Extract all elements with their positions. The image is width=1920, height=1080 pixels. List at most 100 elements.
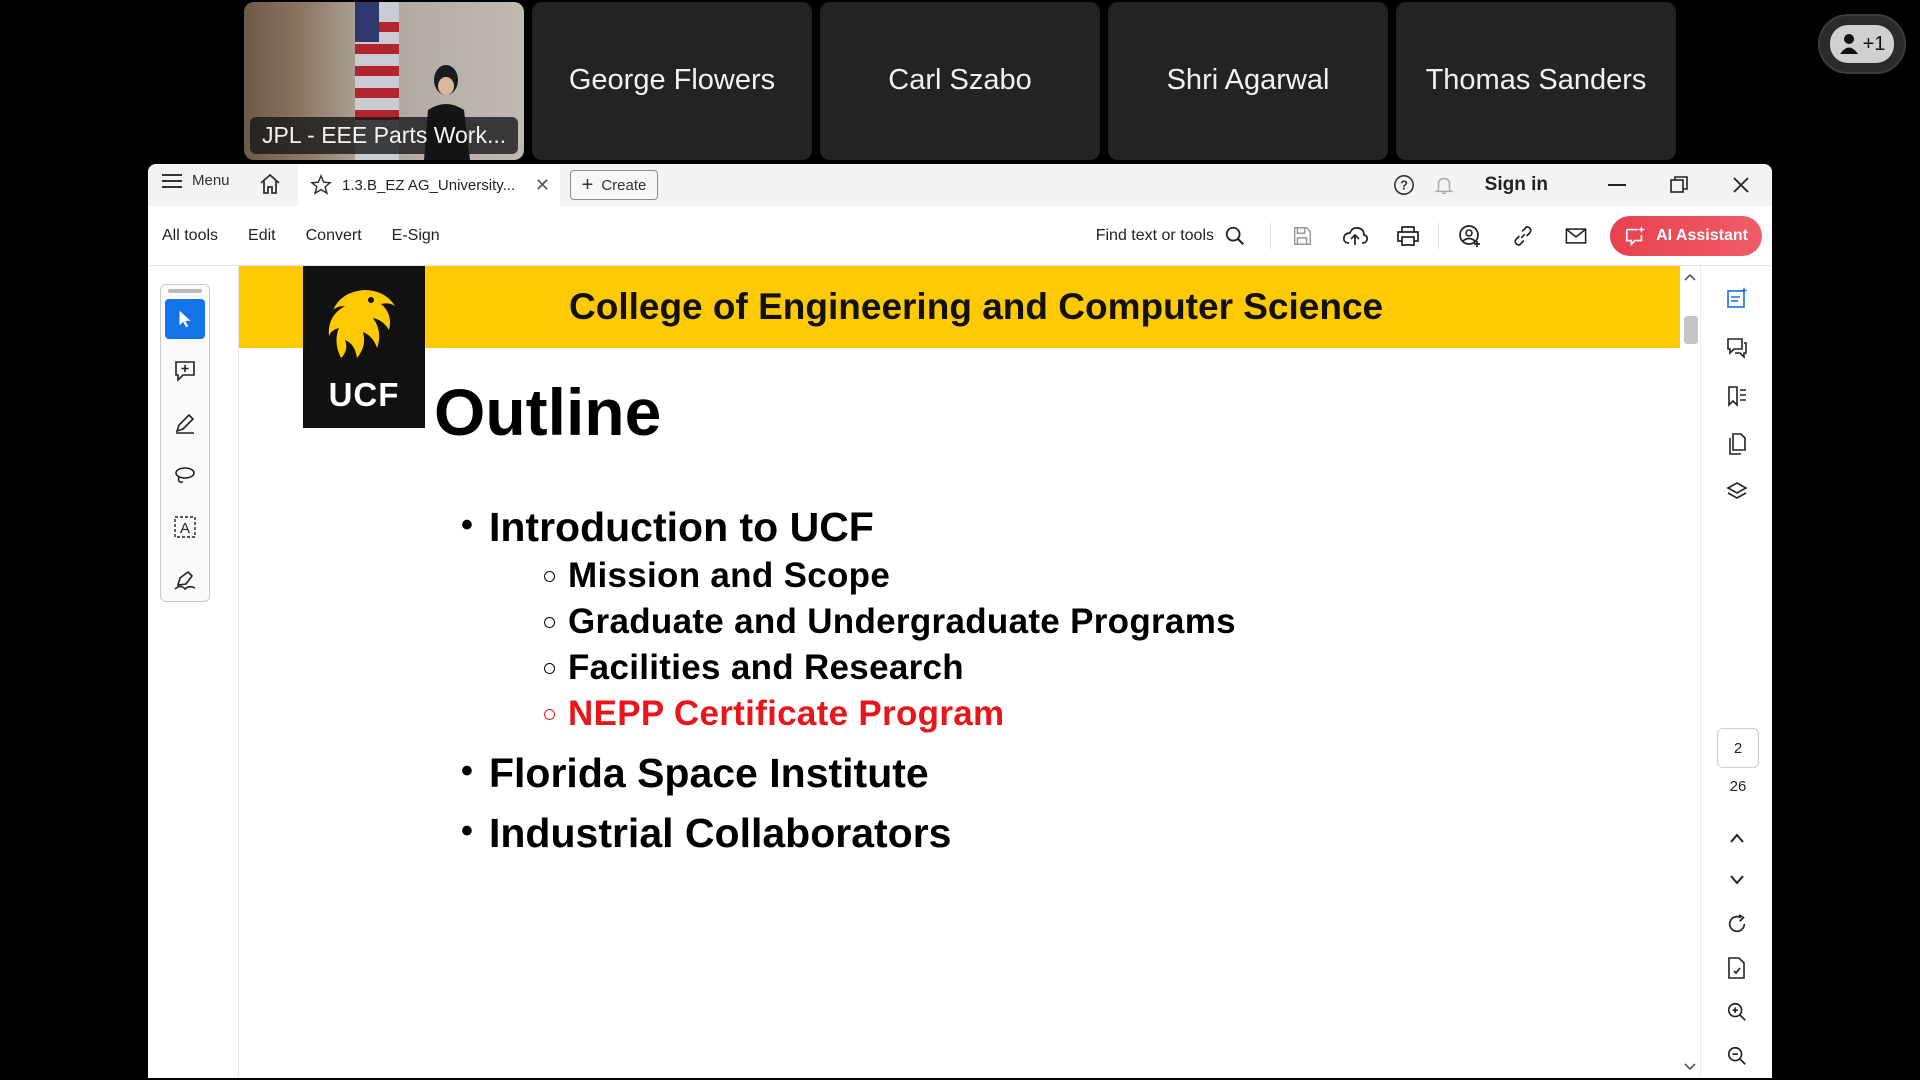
total-pages: 26 [1729,778,1747,795]
chevron-down-icon [1730,875,1744,885]
restore-button[interactable] [1648,176,1710,194]
generative-summary-button[interactable] [1719,280,1755,316]
panel-grip[interactable] [168,289,202,293]
more-participants-pill: +1 [1830,25,1894,63]
document-tab[interactable]: 1.3.B_EZ AG_University... ✕ [298,164,560,206]
pegasus-icon [328,290,395,358]
toolbar-separator [1270,223,1271,249]
zoom-in-button[interactable] [1719,994,1755,1030]
participant-name: Shri Agarwal [1166,64,1330,96]
sub-bullet-item: Graduate and Undergraduate Programs [542,602,1236,642]
star-icon[interactable] [310,174,332,196]
vertical-scrollbar[interactable] [1680,266,1700,1078]
video-tile-label: JPL - EEE Parts Work... [250,117,519,154]
layers-button[interactable] [1719,474,1755,510]
add-comment-button[interactable] [165,351,205,391]
close-tab-icon[interactable]: ✕ [535,175,550,196]
find-tools-button[interactable]: Find text or tools [1096,225,1246,247]
restore-icon [1670,176,1688,193]
close-window-button[interactable] [1710,176,1772,194]
page-options-button[interactable] [1719,950,1755,986]
layers-icon [1726,482,1748,499]
help-icon[interactable]: ? [1393,174,1415,196]
participant-tile[interactable]: Thomas Sanders [1396,2,1676,160]
create-button[interactable]: + Create [570,170,658,200]
bell-icon[interactable] [1433,174,1455,196]
draw-tool-button[interactable] [165,455,205,495]
video-tile-presenter[interactable]: JPL - EEE Parts Work... [244,2,524,160]
link-icon [1513,226,1532,246]
thumbnails-button[interactable] [1719,426,1755,462]
main-toolbar: All tools Edit Convert E-Sign Find text … [148,206,1772,266]
close-icon [1733,177,1749,193]
select-tool-button[interactable] [165,299,205,339]
home-button[interactable] [258,172,282,201]
participant-tile[interactable]: Carl Szabo [820,2,1100,160]
upload-button[interactable] [1328,225,1381,247]
zoom-out-icon [1727,1046,1746,1065]
all-tools-menu[interactable]: All tools [162,227,218,245]
add-user-icon [1458,225,1480,247]
previous-page-button[interactable] [1719,820,1755,856]
envelope-icon [1565,228,1586,244]
highlight-tool-button[interactable] [165,403,205,443]
rotate-button[interactable] [1719,906,1755,942]
ai-assistant-button[interactable]: AI Assistant [1610,216,1762,256]
chevron-up-icon [1730,833,1744,843]
sub-bullet-item-highlighted: NEPP Certificate Program [542,694,1004,734]
participant-name: George Flowers [568,64,776,96]
tab-title: 1.3.B_EZ AG_University... [342,176,516,194]
zoom-out-button[interactable] [1719,1038,1755,1074]
comments-button[interactable] [1719,330,1755,366]
search-icon [1225,226,1244,245]
more-participants-count: +1 [1862,32,1886,55]
quick-tools-panel: A [160,284,210,602]
toolbar-separator [1438,223,1439,249]
copy-link-button[interactable] [1496,225,1549,247]
print-button[interactable] [1381,225,1434,247]
toolbar-links: All tools Edit Convert E-Sign [162,206,440,266]
bookmark-icon [1728,386,1746,407]
menu-button[interactable]: Menu [162,172,230,189]
bookmarks-button[interactable] [1719,378,1755,414]
document-viewer: A College of Engineering and Computer Sc… [148,266,1772,1078]
participant-name: Carl Szabo [888,64,1032,96]
sign-tool-button[interactable] [165,559,205,599]
comments-icon [1727,338,1747,359]
participant-tile[interactable]: George Flowers [532,2,812,160]
pages-icon [1729,433,1746,455]
comment-add-icon [175,361,195,382]
participant-tile[interactable]: Shri Agarwal [1108,2,1388,160]
email-button[interactable] [1549,227,1602,245]
bullet-item: Industrial Collaborators [461,810,951,857]
screen: JPL - EEE Parts Work... George Flowers C… [0,0,1920,1080]
person-icon [1839,34,1858,54]
esign-menu[interactable]: E-Sign [392,227,440,245]
sign-in-button[interactable]: Sign in [1485,174,1548,196]
pdf-page[interactable]: College of Engineering and Computer Scie… [238,266,1749,1078]
sub-bullet-item: Mission and Scope [542,556,890,596]
home-icon [260,173,280,194]
toolbar-tools: Find text or tools AI Assistant [1096,206,1762,266]
scroll-up-icon[interactable] [1684,272,1696,282]
scrollbar-thumb[interactable] [1684,316,1698,344]
current-page-input[interactable]: 2 [1717,728,1759,768]
zoom-in-icon [1727,1002,1746,1021]
plus-icon: + [581,173,594,196]
svg-text:A: A [180,520,190,537]
document-icon [1728,957,1745,979]
minimize-button[interactable] [1586,176,1648,194]
edit-menu[interactable]: Edit [248,227,276,245]
find-label: Find text or tools [1095,227,1214,244]
scroll-down-icon[interactable] [1684,1062,1696,1072]
more-participants-button[interactable]: +1 [1818,14,1906,74]
share-button[interactable] [1443,224,1496,248]
text-box-tool-button[interactable]: A [165,507,205,547]
bullet-item: Florida Space Institute [461,750,929,797]
next-page-button[interactable] [1719,862,1755,898]
convert-menu[interactable]: Convert [306,227,362,245]
save-button[interactable] [1275,225,1328,247]
bullet-item: Introduction to UCF [461,504,874,551]
pointer-icon [179,310,191,328]
title-bar: Menu 1.3.B_EZ AG_University... ✕ + Creat… [148,164,1772,206]
